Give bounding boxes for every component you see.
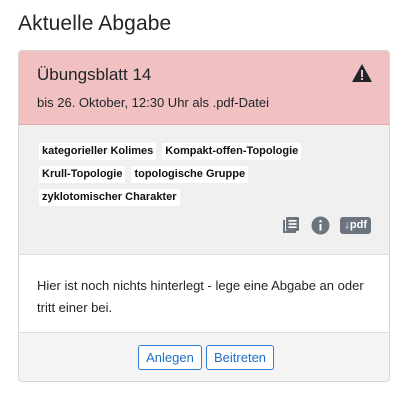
action-icons: ↓pdf (281, 214, 371, 236)
create-button[interactable]: Anlegen (138, 345, 202, 370)
tag-row: zyklotomischer Charakter (39, 187, 339, 210)
card-footer: Anlegen Beitreten (19, 333, 389, 381)
empty-message: Hier ist noch nichts hinterlegt - lege e… (37, 278, 364, 315)
tag-list: kategorieller Kolimes Kompakt-offen-Topol… (39, 141, 339, 210)
submission-card: Übungsblatt 14 bis 26. Oktober, 12:30 Uh… (18, 50, 390, 382)
pdf-download-icon[interactable]: ↓pdf (340, 216, 371, 234)
tag: Krull-Topologie (39, 166, 126, 183)
card-body: kategorieller Kolimes Kompakt-offen-Topol… (19, 125, 389, 255)
tag: kategorieller Kolimes (39, 143, 157, 160)
list-icon[interactable] (281, 215, 301, 235)
page-title: Aktuelle Abgabe (18, 12, 172, 35)
sheet-title: Übungsblatt 14 (37, 65, 152, 84)
due-date: bis 26. Oktober, 12:30 Uhr als .pdf-Date… (37, 95, 269, 110)
tag-row: kategorieller Kolimes Kompakt-offen-Topol… (39, 141, 339, 164)
message-section: Hier ist noch nichts hinterlegt - lege e… (19, 255, 389, 333)
tag: topologische Gruppe (131, 166, 249, 183)
tag: Kompakt-offen-Topologie (162, 143, 302, 160)
card-header: Übungsblatt 14 bis 26. Oktober, 12:30 Uh… (19, 51, 389, 125)
warning-icon (352, 64, 372, 82)
info-icon[interactable] (311, 216, 330, 235)
tag: zyklotomischer Charakter (39, 189, 180, 206)
tag-row: Krull-Topologie topologische Gruppe (39, 164, 339, 187)
join-button[interactable]: Beitreten (206, 345, 274, 370)
